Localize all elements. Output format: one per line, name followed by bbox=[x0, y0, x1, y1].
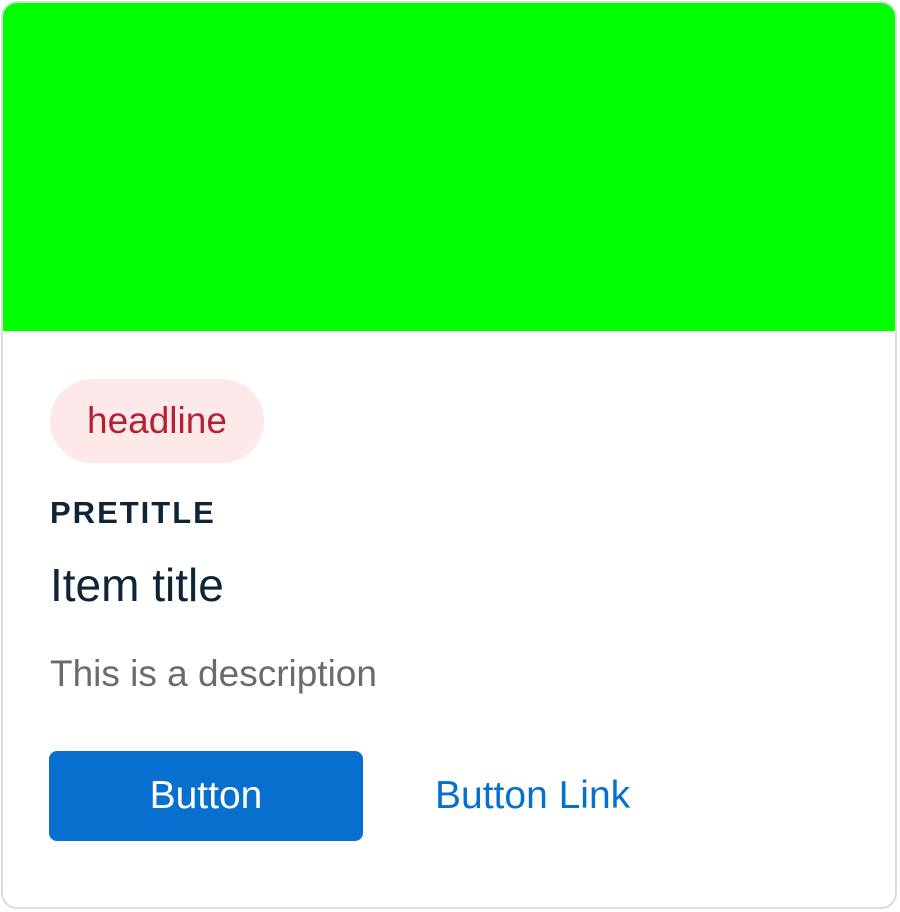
card-media bbox=[3, 3, 895, 331]
item-description: This is a description bbox=[50, 653, 377, 694]
button-link-label: Button Link bbox=[435, 774, 631, 817]
primary-button[interactable]: Button bbox=[49, 751, 363, 841]
item-title: Item title bbox=[50, 559, 224, 611]
primary-button-label: Button bbox=[149, 774, 263, 817]
headline-badge-label: headline bbox=[87, 400, 227, 441]
button-link[interactable]: Button Link bbox=[435, 751, 630, 841]
headline-badge: headline bbox=[50, 379, 264, 463]
card: headline PRETITLE Item title This is a d… bbox=[1, 1, 897, 909]
pretitle: PRETITLE bbox=[50, 495, 216, 530]
